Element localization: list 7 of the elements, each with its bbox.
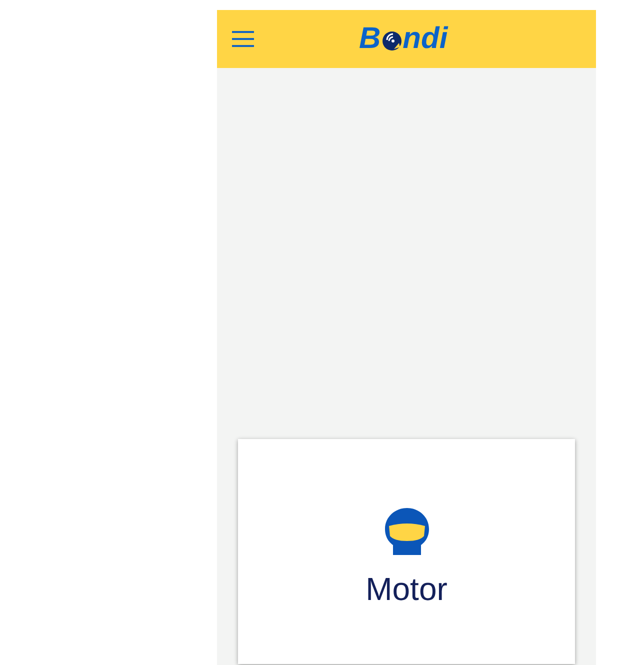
logo-mark-icon <box>382 31 402 51</box>
helmet-icon <box>384 506 430 556</box>
logo-text: B <box>359 24 381 54</box>
menu-icon <box>231 30 255 48</box>
logo-text: ndi <box>402 24 448 54</box>
category-card[interactable]: Motor <box>238 439 575 664</box>
menu-button[interactable] <box>231 29 255 49</box>
